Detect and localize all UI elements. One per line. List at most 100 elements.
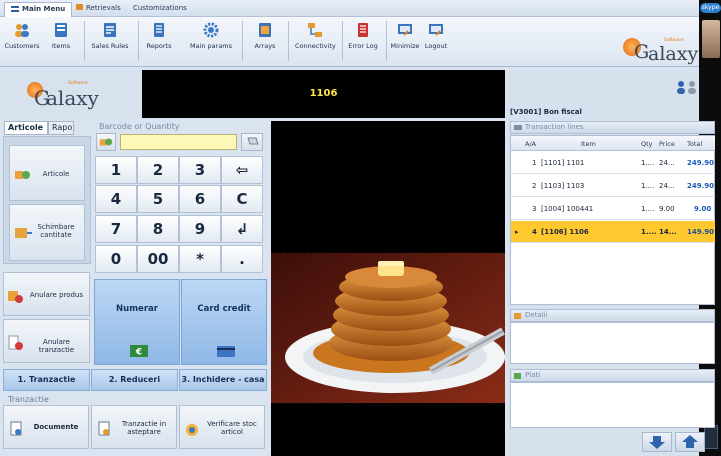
key-1[interactable]: 1 (95, 156, 137, 184)
menu-hamburger-icon (11, 6, 19, 12)
items-button[interactable]: Items (46, 19, 76, 63)
key-00[interactable]: 00 (137, 245, 179, 273)
col-qty: Qty (641, 140, 653, 148)
key-4[interactable]: 4 (95, 185, 137, 213)
payments-icon (514, 373, 521, 379)
customer-display: 1106 (142, 70, 505, 118)
logout-button[interactable]: Logout (422, 19, 450, 63)
ribbon-separator (84, 21, 85, 61)
skype-badge[interactable]: skype (700, 3, 721, 13)
col-total: Total (687, 140, 703, 148)
key-2[interactable]: 2 (137, 156, 179, 184)
svg-text:€: € (135, 348, 142, 358)
logo-word: alaxy (648, 43, 699, 65)
cancel-transaction-icon (8, 335, 23, 350)
logo-word: alaxy (46, 86, 99, 110)
avatar (702, 20, 720, 58)
cancel-product-icon (8, 291, 23, 303)
tab-customizations[interactable]: Customizations (127, 2, 193, 17)
minimize-button[interactable]: Minimize (390, 19, 420, 63)
tab-articole[interactable]: Articole (4, 121, 48, 135)
documente-button[interactable]: Documente (3, 405, 89, 449)
articole-button[interactable]: Articole (9, 145, 85, 201)
receipt-title: [V3001] Bon fiscal (510, 108, 582, 116)
credit-card-icon (217, 346, 235, 357)
tab-rapoarte[interactable]: Rapo (48, 121, 74, 135)
key-decimal[interactable]: . (221, 245, 263, 273)
logo-tagline: Software (68, 81, 88, 86)
key-9[interactable]: 9 (179, 215, 221, 243)
key-backspace[interactable]: ⇦ (221, 156, 263, 184)
scroll-down-button[interactable] (642, 432, 672, 452)
transaction-lines-table: A/A Item Qty Price Total 1 [1101] 1101 1… (510, 135, 715, 305)
minimize-icon (398, 24, 412, 36)
main-params-button[interactable]: Main params (188, 19, 234, 63)
scroll-up-button[interactable] (675, 432, 705, 452)
left-galaxy-logo: G alaxy Software (0, 70, 142, 118)
logout-icon (429, 24, 443, 36)
anulare-tranzactie-button[interactable]: Anulare tranzactie (3, 319, 90, 363)
barcode-label: Barcode or Quantity (99, 122, 180, 131)
key-0[interactable]: 0 (95, 245, 137, 273)
numerar-button[interactable]: Numerar € (94, 279, 180, 365)
transaction-lines-header: Transaction lines (510, 121, 715, 134)
barcode-input[interactable] (120, 134, 237, 150)
arrow-up-icon (682, 435, 698, 448)
logo-letter: G (634, 41, 650, 63)
articles-icon (99, 138, 113, 146)
customers-button[interactable]: Customers (4, 19, 40, 63)
tab-retrievals[interactable]: Retrievals (70, 2, 127, 17)
schimbare-cantitate-button[interactable]: Schimbare cantitate (9, 204, 85, 261)
galaxy-logo: G alaxy Software (620, 33, 700, 73)
tranzactie-asteptare-button[interactable]: Tranzactie in asteptare (91, 405, 177, 449)
tab-main-menu[interactable]: Main Menu (4, 2, 73, 17)
details-header: Detalii (510, 309, 715, 322)
table-row-selected[interactable]: ▸ 4 [1106] 1106 1.... 14... 149.90 (511, 221, 715, 243)
tab-reduceri[interactable]: 2. Reduceri (91, 369, 178, 391)
barcode-lookup-button[interactable] (96, 133, 116, 151)
documents-icon (10, 421, 22, 436)
details-icon (514, 313, 521, 319)
user-icon[interactable] (676, 80, 698, 94)
menu-tab-bar: Main Menu Retrievals Customizations (0, 0, 721, 17)
key-7[interactable]: 7 (95, 215, 137, 243)
ribbon-toolbar: Customers Items Sales Rules Reports Main… (0, 17, 721, 67)
table-row[interactable]: 2 [1103] 1103 1.... 24... 249.90 (511, 175, 715, 197)
card-credit-button[interactable]: Card credit (181, 279, 267, 365)
logo-tagline: Software (664, 38, 684, 43)
error-log-button[interactable]: Error Log (347, 19, 379, 63)
ribbon-separator (288, 21, 289, 61)
connectivity-button[interactable]: Connectivity (295, 19, 336, 63)
payments-box (510, 382, 715, 428)
strip-toggle-button[interactable] (704, 425, 718, 449)
arrays-button[interactable]: Arrays (250, 19, 280, 63)
col-aa: A/A (525, 140, 537, 148)
barcode-clear-button[interactable] (241, 133, 263, 151)
ribbon-separator (342, 21, 343, 61)
key-enter[interactable]: ↲ (221, 215, 263, 243)
table-row[interactable]: 3 [1004] 100441 1.... 9.00 9.00 (511, 198, 715, 220)
key-5[interactable]: 5 (137, 185, 179, 213)
col-price: Price (659, 140, 675, 148)
display-text: 1106 (309, 88, 338, 99)
gear-icon (203, 22, 219, 38)
tab-inchidere-casa[interactable]: 3. Inchidere - casa (179, 369, 267, 391)
verificare-stoc-button[interactable]: Verificare stoc articol (179, 405, 265, 449)
reports-button[interactable]: Reports (144, 19, 174, 63)
pancakes-illustration (271, 252, 505, 404)
key-3[interactable]: 3 (179, 156, 221, 184)
key-clear[interactable]: C (221, 185, 263, 213)
tab-tranzactie[interactable]: 1. Tranzactie (3, 369, 90, 391)
product-image (271, 121, 505, 456)
payments-header: Plati (510, 369, 715, 382)
stock-check-icon (186, 424, 198, 436)
anulare-produs-button[interactable]: Anulare produs (3, 272, 90, 316)
key-multiply[interactable]: * (179, 245, 221, 273)
key-8[interactable]: 8 (137, 215, 179, 243)
col-item: Item (581, 140, 596, 148)
sales-rules-button[interactable]: Sales Rules (90, 19, 130, 63)
arrow-down-icon (649, 436, 665, 449)
eraser-icon (247, 137, 259, 145)
table-row[interactable]: 1 [1101] 1101 1.... 24... 249.90 (511, 152, 715, 174)
key-6[interactable]: 6 (179, 185, 221, 213)
